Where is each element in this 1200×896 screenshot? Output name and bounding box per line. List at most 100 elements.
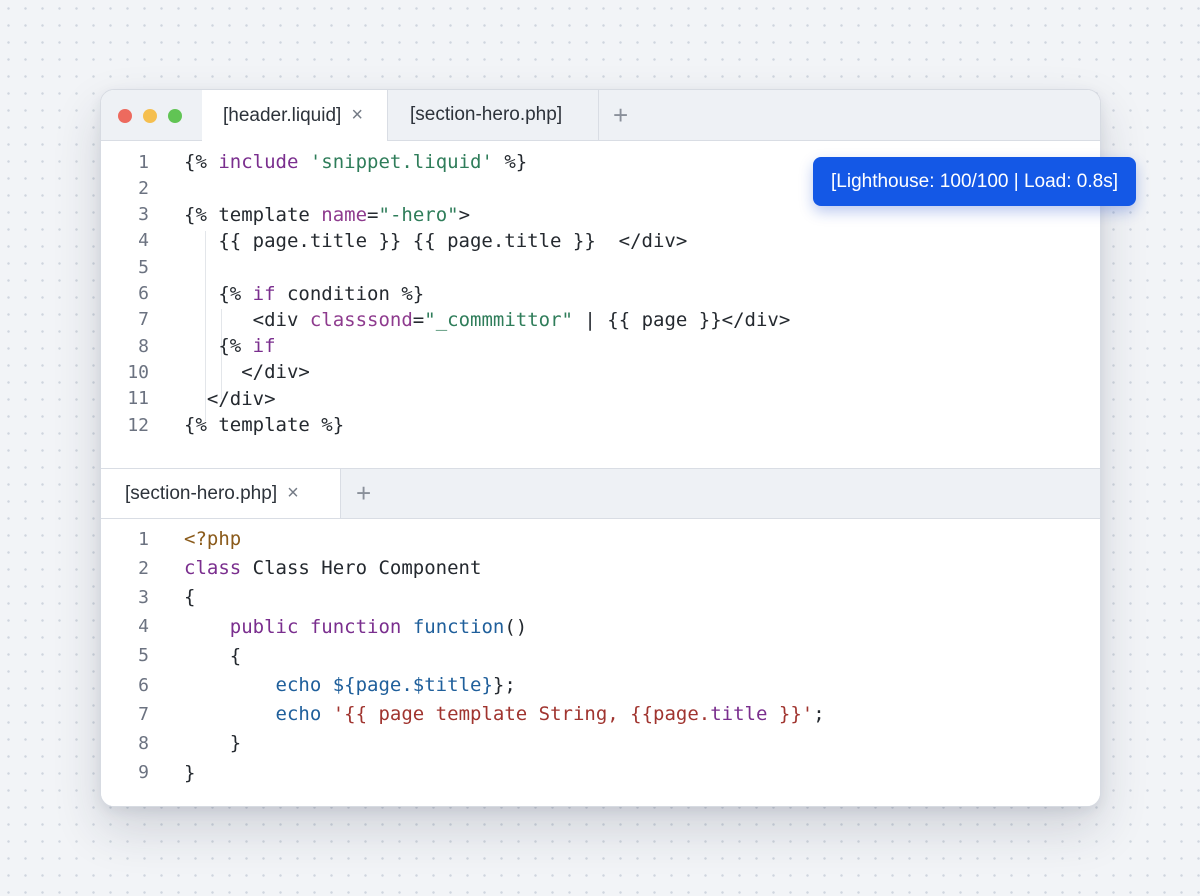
line-number: 12	[127, 414, 149, 436]
code-token: {	[184, 644, 242, 667]
code-token: | {{ page }}</div>	[572, 308, 791, 331]
line-number: 10	[127, 361, 149, 383]
line-number: 9	[138, 762, 149, 784]
code-token: function	[412, 615, 505, 638]
code-token: include	[218, 151, 299, 173]
line-number: 7	[138, 309, 149, 331]
code-line: 4 {{ page.title }} {{ page.title }} </di…	[101, 228, 687, 254]
tab-header-liquid[interactable]: [header.liquid] ×	[202, 90, 388, 141]
code-token: public function	[229, 615, 402, 638]
code-line: 12 {% template %}	[101, 412, 344, 438]
php-editor-pane[interactable]: 1 <?php 2 class Class Hero Component 3{4 pub…	[101, 519, 1100, 806]
code-token: }}'	[767, 703, 814, 726]
code-token: "_commmittor"	[424, 308, 573, 331]
bottom-tab-bar: [section-hero.php] × +	[101, 468, 1100, 519]
line-number: 2	[138, 557, 149, 579]
code-line: 1 <?php	[101, 526, 241, 552]
line-number: 3	[138, 586, 149, 608]
line-number: 8	[138, 335, 149, 357]
code-token: title	[710, 703, 768, 726]
tab-section-hero-php-bottom[interactable]: [section-hero.php] ×	[101, 469, 341, 518]
code-token: if	[252, 282, 276, 305]
tab-label: [header.liquid]	[223, 104, 342, 126]
code-token: if	[252, 335, 276, 358]
close-icon[interactable]: ×	[287, 482, 299, 505]
code-token: {{ page.title }} {{ page.title }} </div>	[184, 229, 688, 252]
tab-label: [section-hero.php]	[410, 104, 563, 125]
line-number: 5	[138, 256, 149, 278]
code-line: 7 echo '{{ page template String, {{page.…	[101, 701, 825, 727]
code-token: {% template %}	[184, 414, 345, 436]
code-token: }	[184, 761, 196, 784]
code-line: 9}	[101, 760, 195, 786]
code-line: 4 public function function()	[101, 614, 527, 640]
line-number: 4	[138, 616, 149, 638]
add-tab-icon[interactable]: +	[356, 469, 371, 518]
code-token: "-hero"	[378, 203, 459, 226]
code-token: <div	[184, 308, 310, 331]
line-number: 11	[127, 388, 149, 410]
line-number: 4	[138, 230, 149, 252]
line-number: 8	[138, 732, 149, 754]
add-tab-icon[interactable]: +	[613, 90, 628, 140]
code-line: 8 }	[101, 730, 241, 756]
code-line: 1 {% include 'snippet.liquid' %}	[101, 149, 527, 175]
code-token: 'snippet.liquid'	[309, 151, 493, 173]
code-line: 10 </div>	[101, 359, 310, 385]
top-tab-bar: [header.liquid] × [section-hero.php] +	[101, 90, 1100, 141]
code-token: }	[184, 732, 242, 755]
code-token: };	[492, 674, 516, 696]
code-line: 2 class Class Hero Component	[101, 555, 481, 581]
code-line: 3{	[101, 584, 195, 610]
code-line: 5	[101, 254, 184, 280]
code-line: 3 {% template name = "-hero" >	[101, 202, 470, 228]
code-token: {	[184, 586, 196, 609]
code-line: 8 {% if	[101, 333, 276, 359]
code-token: {%	[184, 151, 219, 173]
code-token: name	[321, 203, 368, 226]
line-number: 6	[138, 674, 149, 696]
close-icon[interactable]: ×	[351, 104, 363, 127]
code-token: </div>	[184, 361, 310, 384]
code-token: =	[412, 308, 425, 331]
line-number: 5	[138, 645, 149, 667]
code-token: condition %}	[275, 282, 425, 305]
code-token: ;	[813, 703, 825, 726]
code-token: </div>	[184, 387, 276, 410]
tab-label: [section-hero.php]	[125, 482, 278, 504]
code-token: Class Hero Component	[241, 557, 482, 580]
code-token: >	[458, 203, 471, 226]
tab-section-hero-php[interactable]: [section-hero.php]	[388, 90, 599, 140]
code-token: ()	[504, 615, 528, 638]
code-line: 7 <div classsond = "_commmittor" | {{ page…	[101, 307, 790, 333]
lighthouse-badge: [Lighthouse: 100/100 | Load: 0.8s]	[813, 157, 1136, 206]
line-number: 1	[138, 528, 149, 550]
code-token: {%	[184, 282, 253, 305]
code-token: {% template	[184, 203, 322, 226]
line-number: 2	[138, 177, 149, 199]
line-number: 7	[138, 703, 149, 725]
code-token: echo	[275, 674, 322, 696]
code-token: ${page.$title}	[332, 674, 493, 696]
code-token: class	[184, 557, 242, 580]
close-window-button[interactable]	[118, 109, 132, 123]
code-token: classsond	[309, 308, 413, 331]
code-line: 2	[101, 175, 184, 201]
code-line: 11 </div>	[101, 386, 276, 412]
code-token: '{{ page template String, {{page.	[332, 703, 711, 726]
line-number: 1	[138, 151, 149, 173]
minimize-window-button[interactable]	[143, 109, 157, 123]
line-number: 3	[138, 204, 149, 226]
code-token: <?php	[184, 528, 242, 550]
line-number: 6	[138, 283, 149, 304]
code-token: =	[367, 203, 379, 226]
code-token: {%	[184, 335, 253, 358]
maximize-window-button[interactable]	[168, 109, 182, 123]
code-token: echo	[275, 703, 322, 726]
